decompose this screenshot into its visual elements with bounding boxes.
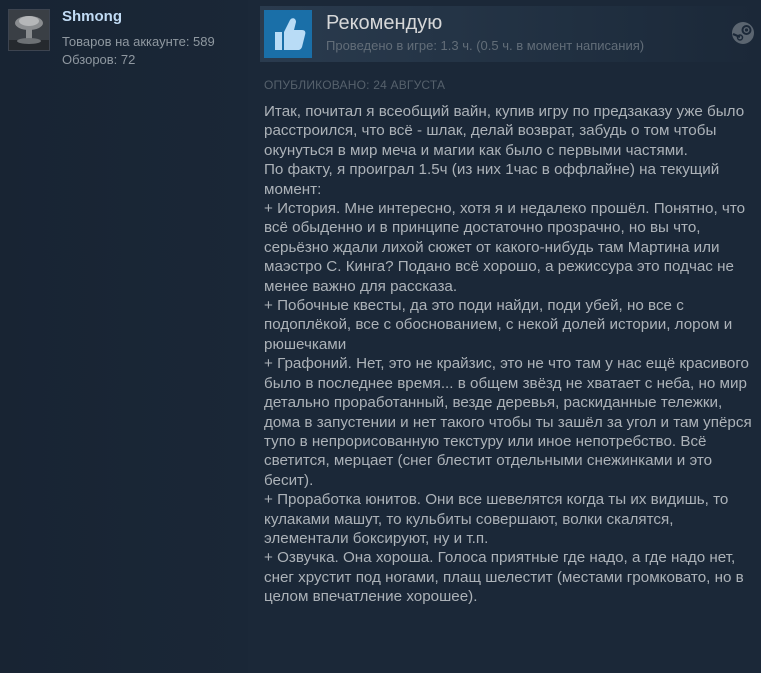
review-paragraph: По факту, я проиграл 1.5ч (из них 1час в… [264,161,720,198]
review-text: Итак, почитал я всеобщий вайн, купив игр… [264,102,754,607]
review-paragraph: + Графоний. Нет, это не крайзис, это не … [264,355,752,489]
reviews-count[interactable]: Обзоров: 72 [62,52,135,67]
author-name[interactable]: Shmong [62,8,122,25]
review-paragraph: + Побочные квесты, да это поди найди, по… [264,297,733,353]
review-paragraph: + Проработка юнитов. Они все шевелятся к… [264,491,729,547]
review-paragraph: + Озвучка. Она хороша. Голоса приятные г… [264,549,744,606]
avatar-image [9,10,49,50]
review-paragraph: + История. Мне интересно, хотя я и недал… [264,200,746,295]
thumbs-up-icon [264,10,312,58]
products-owned[interactable]: Товаров на аккаунте: 589 [62,34,215,49]
verdict-label[interactable]: Рекомендую [326,12,442,35]
posted-date: Опубликовано: 24 августа [264,78,446,92]
playtime-info: Проведено в игре: 1.3 ч. (0.5 ч. в момен… [326,38,645,53]
review-paragraph: Итак, почитал я всеобщий вайн, купив игр… [264,103,745,159]
avatar[interactable] [8,9,50,51]
author-panel [0,0,248,673]
steam-icon [731,21,755,45]
